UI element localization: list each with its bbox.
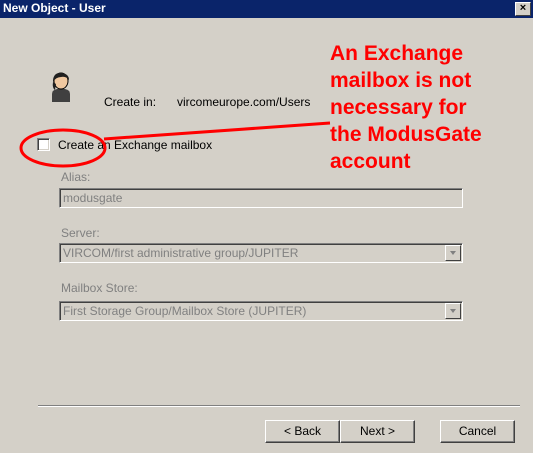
mailbox-store-select[interactable]: First Storage Group/Mailbox Store (JUPIT… <box>59 301 463 321</box>
server-label: Server: <box>61 226 100 240</box>
cancel-button[interactable]: Cancel <box>440 420 515 443</box>
exchange-mailbox-label[interactable]: Create an Exchange mailbox <box>58 138 212 152</box>
separator <box>38 405 520 407</box>
server-select[interactable]: VIRCOM/first administrative group/JUPITE… <box>59 243 463 263</box>
chevron-down-icon[interactable] <box>445 303 461 319</box>
chevron-down-icon[interactable] <box>445 245 461 261</box>
create-in-label: Create in: <box>104 95 157 109</box>
close-icon: × <box>519 2 527 14</box>
next-button[interactable]: Next > <box>340 420 415 443</box>
title-bar: New Object - User × <box>0 0 533 18</box>
exchange-mailbox-checkbox[interactable] <box>37 138 50 151</box>
window-title: New Object - User <box>3 1 106 15</box>
close-button[interactable]: × <box>515 2 531 16</box>
mailbox-store-value: First Storage Group/Mailbox Store (JUPIT… <box>63 304 307 318</box>
alias-label: Alias: <box>61 170 91 184</box>
mailbox-store-label: Mailbox Store: <box>61 281 138 295</box>
back-button[interactable]: < Back <box>265 420 340 443</box>
create-in-value: vircomeurope.com/Users <box>177 95 311 109</box>
server-value: VIRCOM/first administrative group/JUPITE… <box>63 246 299 260</box>
alias-field[interactable]: modusgate <box>59 188 463 208</box>
user-icon <box>52 72 70 102</box>
annotation-text: An Exchange mailbox is not necessary for… <box>330 42 482 173</box>
